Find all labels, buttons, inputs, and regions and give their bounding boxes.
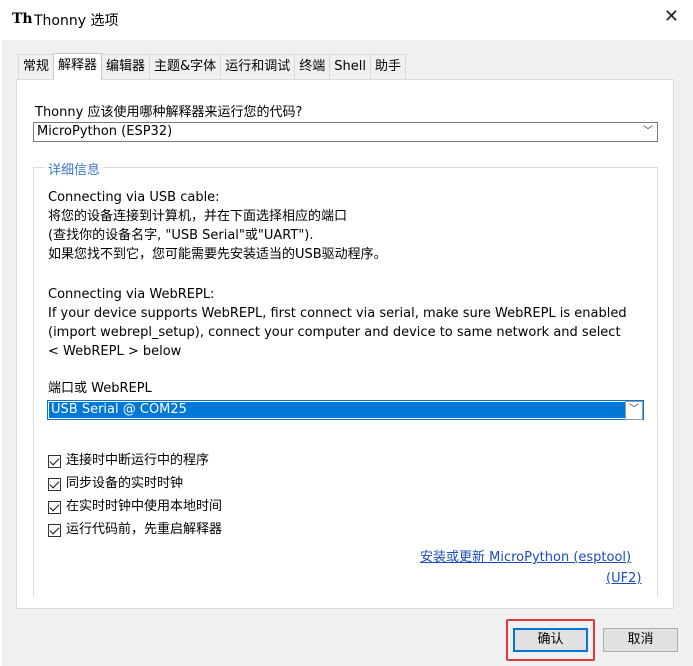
- install-micropython-link[interactable]: 安装或更新 MicroPython (esptool): [420, 546, 631, 565]
- thonny-logo-icon: Th: [12, 11, 33, 27]
- port-select[interactable]: USB Serial @ COM25 ﹀: [47, 400, 644, 420]
- tab-interpreter[interactable]: 解释器: [53, 53, 103, 80]
- groupbox-border-right: [657, 167, 658, 597]
- close-icon[interactable]: ✕: [664, 6, 679, 27]
- checkbox-checked-icon[interactable]: [48, 523, 61, 537]
- checkbox-label: 同步设备的实时时钟: [66, 476, 184, 491]
- uf2-link[interactable]: (UF2): [606, 571, 641, 586]
- details-title: 详细信息: [45, 159, 104, 178]
- tab-terminal[interactable]: 终端: [294, 54, 331, 79]
- window-title: Thonny 选项: [34, 13, 119, 29]
- checkbox-checked-icon[interactable]: [48, 454, 61, 468]
- cancel-button[interactable]: 取消: [603, 628, 678, 652]
- interpreter-panel: Thonny 应该使用哪种解释器来运行您的代码? MicroPython (ES…: [16, 79, 674, 609]
- tab-assistant[interactable]: 助手: [369, 54, 406, 79]
- tab-editor[interactable]: 编辑器: [101, 54, 151, 79]
- webrepl-line: (import webrepl_setup), connect your com…: [48, 325, 621, 340]
- usb-line: 如果您找不到它，您可能需要先安装适当的USB驱动程序。: [48, 247, 387, 262]
- checkbox-sync-rtc[interactable]: 同步设备的实时时钟: [48, 475, 183, 493]
- checkbox-label: 在实时时钟中使用本地时间: [66, 499, 223, 514]
- port-select-value: USB Serial @ COM25: [49, 402, 625, 418]
- checkbox-checked-icon[interactable]: [48, 500, 61, 514]
- groupbox-border-left: [33, 167, 34, 597]
- title-bar: Th Thonny 选项 ✕: [0, 0, 693, 40]
- tab-shell[interactable]: Shell: [329, 54, 371, 79]
- checkbox-label: 连接时中断运行中的程序: [66, 453, 210, 468]
- tab-theme-font[interactable]: 主题&字体: [149, 54, 222, 79]
- checkbox-restart-interpreter[interactable]: 运行代码前，先重启解释器: [48, 521, 222, 539]
- webrepl-line: If your device supports WebREPL, first c…: [48, 306, 627, 321]
- interpreter-question: Thonny 应该使用哪种解释器来运行您的代码?: [35, 105, 303, 120]
- chevron-down-icon[interactable]: ﹀: [625, 401, 643, 420]
- usb-heading: Connecting via USB cable:: [48, 190, 220, 205]
- tab-general[interactable]: 常规: [18, 54, 55, 79]
- webrepl-line: < WebREPL > below: [48, 344, 182, 359]
- usb-line: 将您的设备连接到计算机，并在下面选择相应的端口: [48, 209, 348, 224]
- checkbox-label: 运行代码前，先重启解释器: [66, 522, 223, 537]
- tab-bar: 常规 解释器 编辑器 主题&字体 运行和调试 终端 Shell 助手: [18, 53, 406, 80]
- checkbox-checked-icon[interactable]: [48, 477, 61, 491]
- tab-run-debug[interactable]: 运行和调试: [220, 54, 296, 79]
- chevron-down-icon[interactable]: ﹀: [640, 124, 656, 140]
- port-label: 端口或 WebREPL: [48, 381, 152, 396]
- interpreter-select-value: MicroPython (ESP32): [37, 124, 173, 139]
- webrepl-heading: Connecting via WebREPL:: [48, 287, 215, 302]
- window-frame: [0, 40, 2, 666]
- interpreter-select[interactable]: MicroPython (ESP32) ﹀: [33, 122, 658, 142]
- checkbox-interrupt[interactable]: 连接时中断运行中的程序: [48, 452, 209, 470]
- checkbox-local-time[interactable]: 在实时时钟中使用本地时间: [48, 498, 222, 516]
- ok-button[interactable]: 确认: [513, 628, 588, 652]
- usb-line: (查找你的设备名字, "USB Serial"或"UART").: [48, 228, 314, 243]
